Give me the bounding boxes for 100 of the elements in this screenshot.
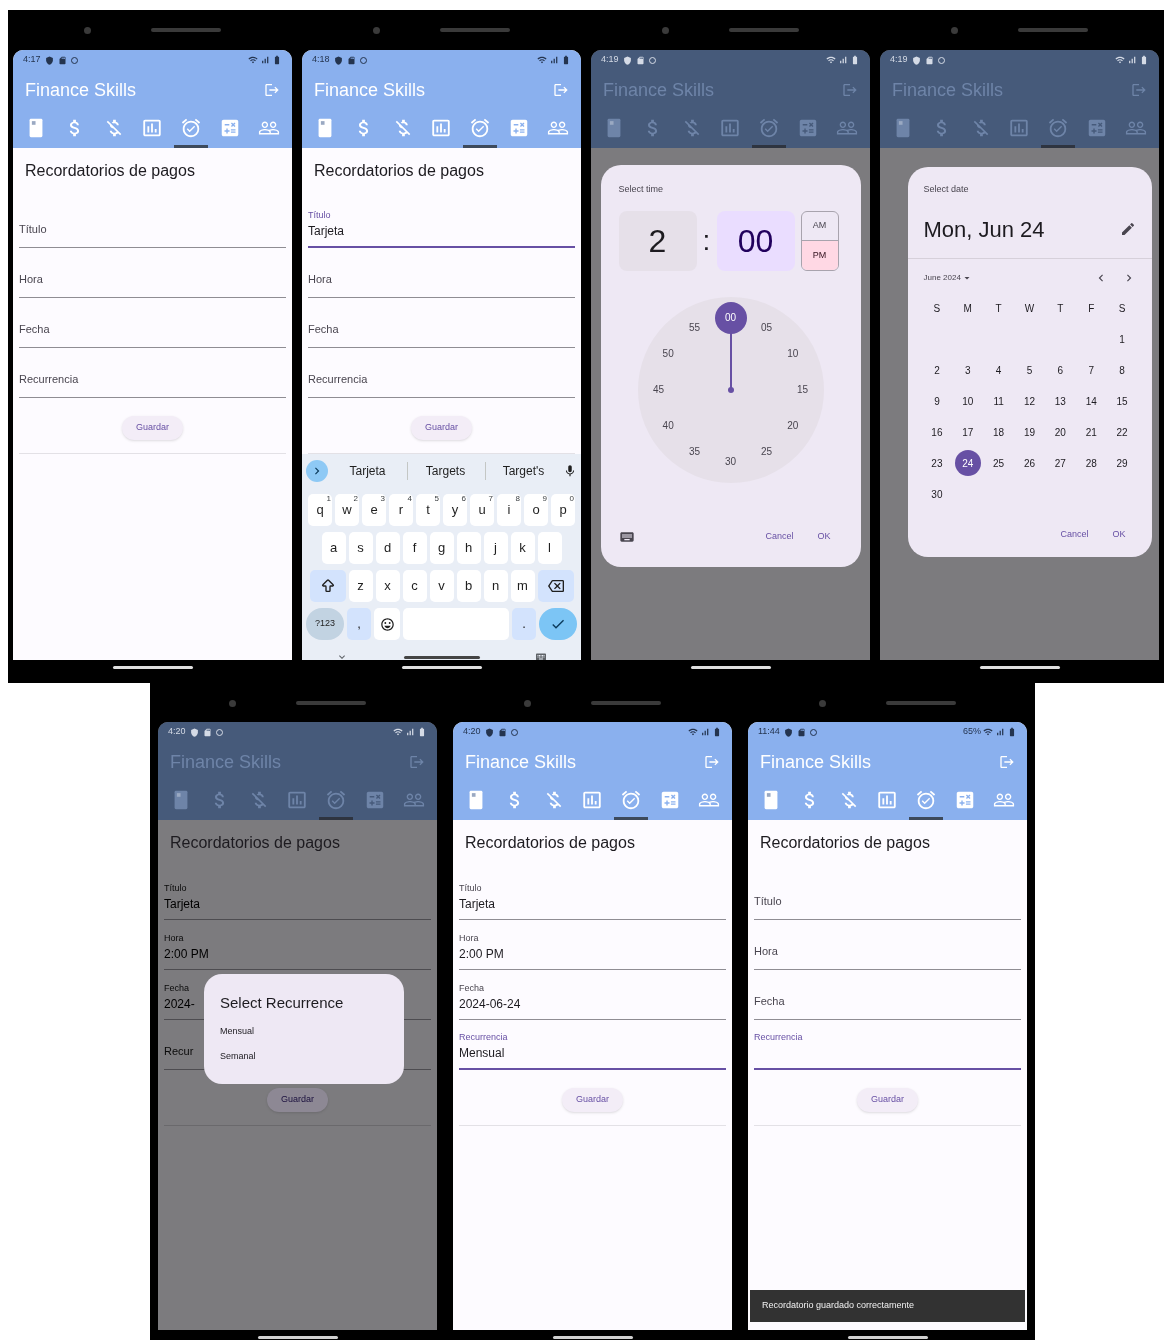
calendar-day[interactable]: 26	[1016, 450, 1043, 476]
calendar-day[interactable]: 14	[1078, 388, 1105, 414]
keyboard-key[interactable]: f	[402, 532, 427, 564]
calendar-day[interactable]: 21	[1078, 419, 1105, 445]
dial-number[interactable]: 15	[790, 377, 815, 402]
save-button[interactable]: Guardar	[562, 1088, 623, 1112]
keyboard-key[interactable]: g	[429, 532, 454, 564]
keyboard-key[interactable]: k	[510, 532, 535, 564]
keyboard-key[interactable]: t 5	[416, 494, 440, 526]
dial-number[interactable]: 05	[754, 315, 779, 340]
calendar-day[interactable]: 22	[1109, 419, 1136, 445]
logout-button[interactable]	[1131, 82, 1147, 98]
calendar-day[interactable]: 18	[985, 419, 1012, 445]
text-field[interactable]: Título Tarjeta	[164, 870, 431, 920]
text-field[interactable]: Recurrencia Mensual	[459, 1020, 726, 1070]
calendar-day[interactable]: 11	[985, 388, 1012, 414]
recurrence-option[interactable]: Semanal	[220, 1050, 388, 1064]
keyboard-key[interactable]: ,	[347, 608, 371, 640]
dial-number[interactable]: 25	[754, 439, 779, 464]
text-field[interactable]: Fecha	[308, 298, 575, 348]
keyboard-key[interactable]: y 6	[443, 494, 467, 526]
logout-button[interactable]	[264, 82, 280, 98]
period-option[interactable]: AM	[801, 211, 838, 240]
calendar-day[interactable]: 15	[1109, 388, 1136, 414]
keyboard-key[interactable]: r 4	[389, 494, 413, 526]
calendar-day[interactable]: 30	[923, 481, 950, 507]
save-button[interactable]: Guardar	[411, 416, 472, 440]
keyboard-key[interactable]: j	[483, 532, 508, 564]
dial-number[interactable]: 35	[682, 439, 707, 464]
text-field[interactable]: Hora 2:00 PM	[164, 920, 431, 970]
keyboard-key[interactable]: h	[456, 532, 481, 564]
logout-button[interactable]	[704, 754, 720, 770]
dial-number[interactable]: 30	[718, 449, 743, 474]
text-field[interactable]: Título	[19, 198, 286, 248]
dialog-action[interactable]: Cancel	[753, 530, 806, 544]
text-field[interactable]: Hora	[754, 920, 1021, 970]
suggestion[interactable]: Tarjeta	[349, 462, 386, 480]
calendar-day[interactable]: 13	[1047, 388, 1074, 414]
dial-number[interactable]: 55	[682, 315, 707, 340]
text-field[interactable]: Recurrencia	[19, 348, 286, 398]
text-field[interactable]: Recurrencia	[754, 1020, 1021, 1070]
keyboard-key[interactable]: e 3	[362, 494, 386, 526]
keyboard-key[interactable]: s	[348, 532, 373, 564]
calendar-day[interactable]: 1	[1109, 326, 1136, 352]
keyboard-key[interactable]: u 7	[470, 494, 494, 526]
logout-button[interactable]	[999, 754, 1015, 770]
keyboard-key[interactable]: l	[537, 532, 562, 564]
keyboard-key[interactable]: b	[456, 570, 481, 602]
keyboard-key[interactable]: c	[402, 570, 427, 602]
dialog-action[interactable]: Cancel	[1048, 527, 1101, 541]
backspace-key[interactable]	[537, 570, 574, 602]
text-field[interactable]: Fecha 2024-06-24	[459, 970, 726, 1020]
keyboard-key[interactable]: d	[375, 532, 400, 564]
recurrence-option[interactable]: Mensual	[220, 1024, 388, 1038]
keyboard-key[interactable]: n	[483, 570, 508, 602]
time-segment[interactable]: 00	[716, 210, 795, 271]
calendar-day[interactable]: 16	[923, 419, 950, 445]
dial-number[interactable]: 00	[714, 301, 747, 334]
calendar-day[interactable]: 4	[985, 357, 1012, 383]
dial-number[interactable]: 40	[656, 413, 681, 438]
calendar-day[interactable]: 3	[954, 357, 981, 383]
calendar-day[interactable]: 29	[1109, 450, 1136, 476]
keyboard-key[interactable]: w 2	[335, 494, 359, 526]
keyboard-icon[interactable]	[618, 529, 635, 545]
keyboard-key[interactable]: x	[375, 570, 400, 602]
month-selector[interactable]: June 2024	[923, 271, 973, 284]
calendar-day[interactable]: 7	[1078, 357, 1105, 383]
text-field[interactable]: Fecha	[754, 970, 1021, 1020]
text-field[interactable]: Título Tarjeta	[459, 870, 726, 920]
calendar-day[interactable]: 17	[954, 419, 981, 445]
text-field[interactable]: Fecha	[19, 298, 286, 348]
suggestion[interactable]: Targets	[425, 462, 466, 480]
keyboard-key[interactable]: .	[512, 608, 536, 640]
logout-button[interactable]	[553, 82, 569, 98]
microphone-icon[interactable]	[563, 464, 577, 478]
edit-icon[interactable]	[1119, 221, 1136, 237]
dialog-action[interactable]: OK	[1100, 527, 1138, 541]
keyboard-key[interactable]: i 8	[497, 494, 521, 526]
dial-number[interactable]: 10	[780, 341, 805, 366]
keyboard-key[interactable]: v	[429, 570, 454, 602]
calendar-day[interactable]: 2	[923, 357, 950, 383]
symbols-key[interactable]: ?123	[306, 608, 344, 640]
calendar-day[interactable]: 9	[923, 388, 950, 414]
save-button[interactable]: Guardar	[857, 1088, 918, 1112]
calendar-day[interactable]: 8	[1109, 357, 1136, 383]
calendar-day[interactable]: 20	[1047, 419, 1074, 445]
calendar-day[interactable]: 12	[1016, 388, 1043, 414]
save-button[interactable]: Guardar	[267, 1088, 328, 1112]
dial-number[interactable]: 50	[656, 341, 681, 366]
calendar-day[interactable]: 23	[923, 450, 950, 476]
calendar-day[interactable]: 19	[1016, 419, 1043, 445]
shift-key[interactable]	[309, 570, 346, 602]
keyboard-key[interactable]: p 0	[551, 494, 575, 526]
calendar-day[interactable]: 28	[1078, 450, 1105, 476]
text-field[interactable]: Hora	[19, 248, 286, 298]
period-option[interactable]: PM	[801, 240, 838, 270]
save-button[interactable]: Guardar	[122, 416, 183, 440]
text-field[interactable]: Hora 2:00 PM	[459, 920, 726, 970]
calendar-day[interactable]: 25	[985, 450, 1012, 476]
enter-key[interactable]	[539, 608, 577, 640]
